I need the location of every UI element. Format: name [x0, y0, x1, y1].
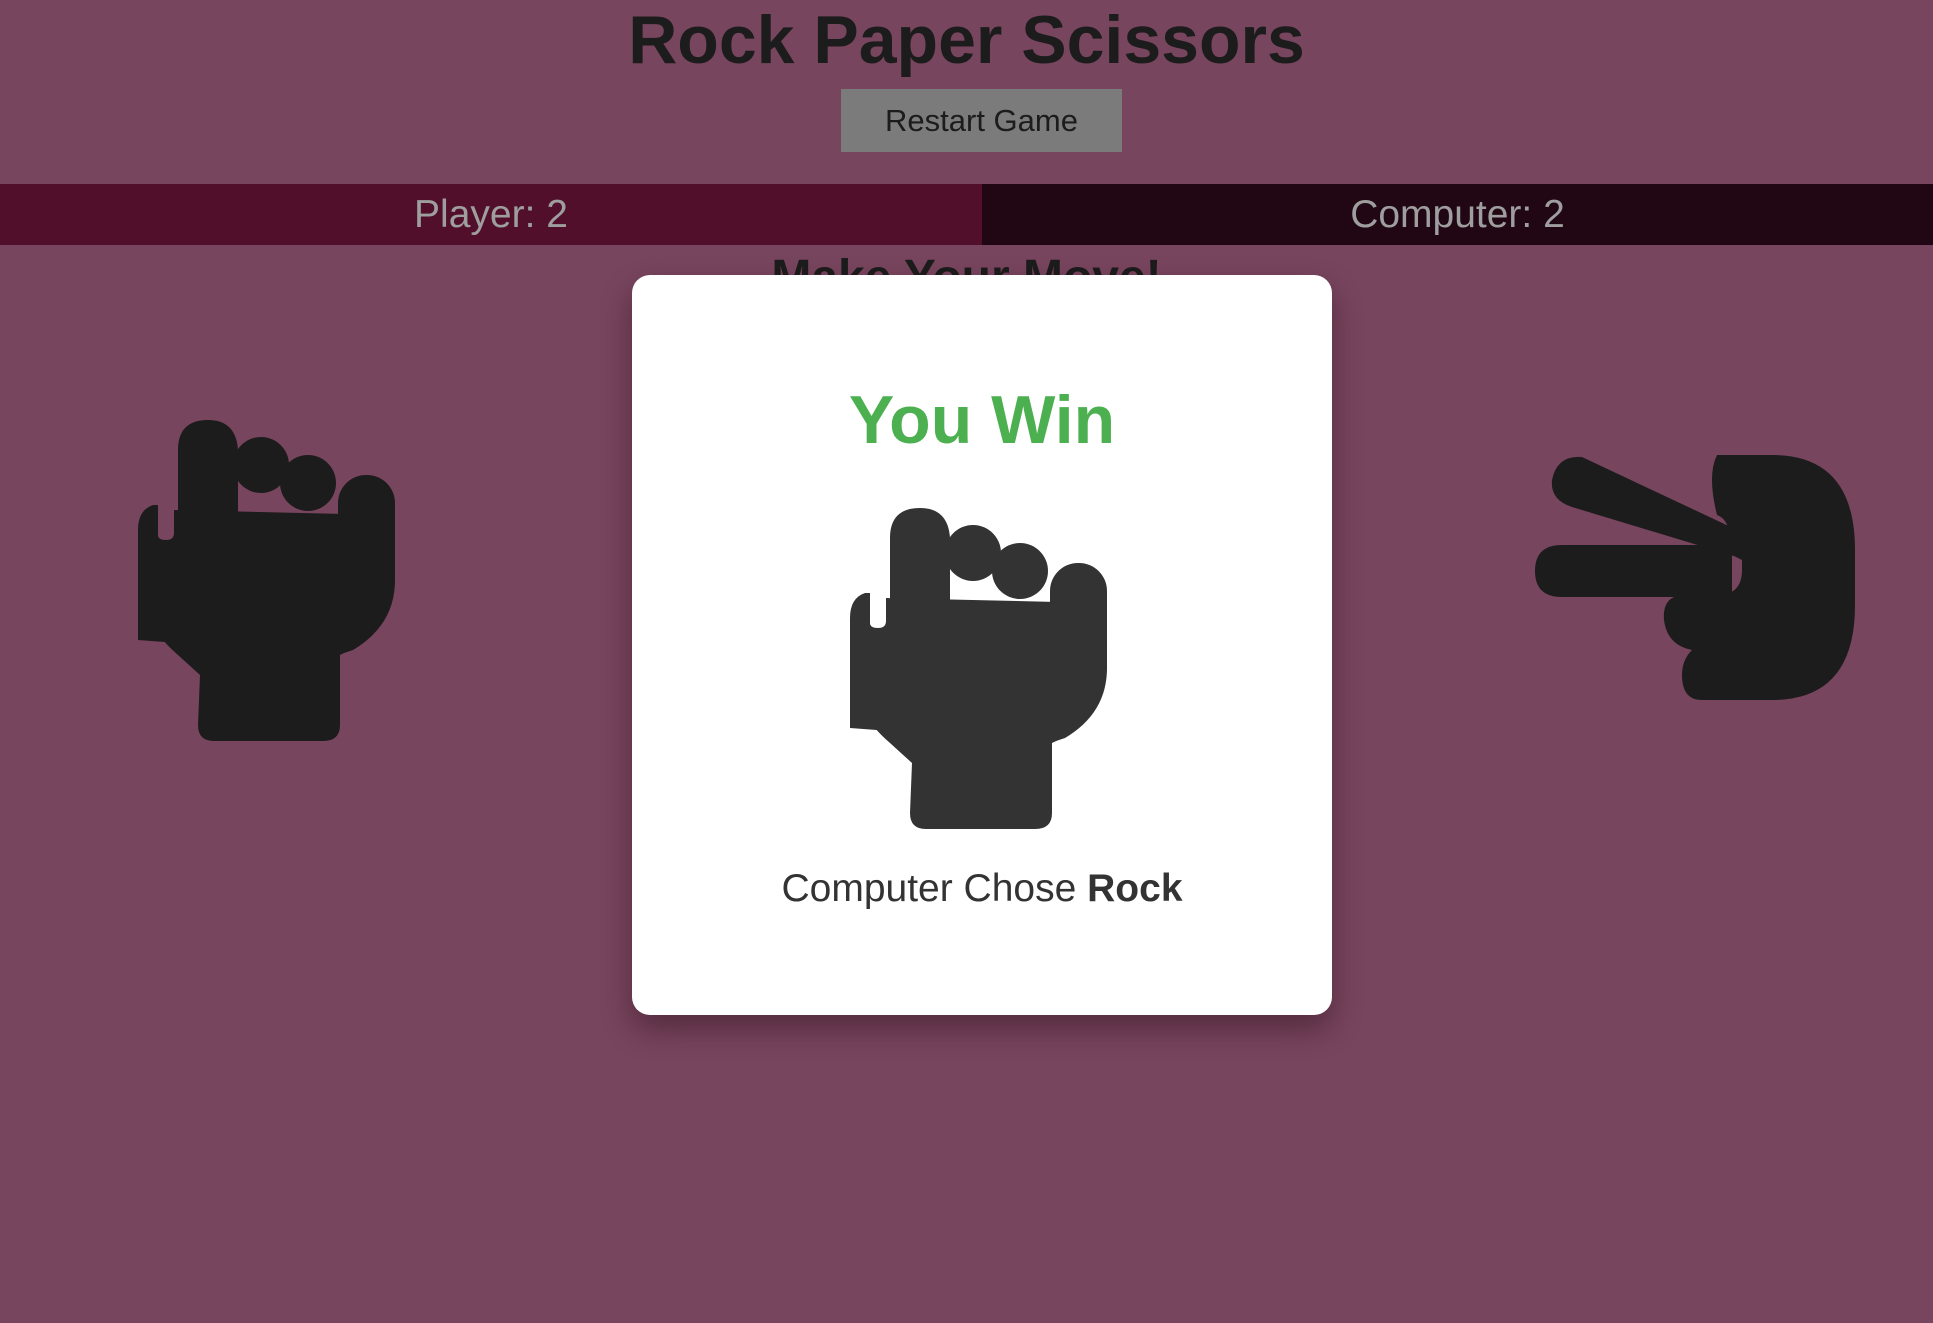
scissors-choice-button[interactable]	[1532, 455, 1855, 700]
player-score: Player: 2	[0, 184, 982, 245]
result-modal: You Win Computer Chose Rock	[632, 275, 1332, 1015]
hand-rock-icon	[850, 508, 1107, 829]
restart-game-button[interactable]: Restart Game	[841, 89, 1122, 152]
computer-choice-icon-wrap	[850, 503, 1107, 829]
hand-scissors-icon	[1535, 455, 1855, 700]
hand-rock-icon	[138, 420, 395, 741]
computer-choice-text: Computer Chose Rock	[632, 865, 1332, 913]
computer-choice-value: Rock	[1087, 867, 1183, 910]
page-title: Rock Paper Scissors	[628, 2, 1305, 78]
result-title: You Win	[848, 382, 1116, 458]
computer-score: Computer: 2	[982, 184, 1933, 245]
scoreboard: Player: 2 Computer: 2	[0, 184, 1933, 245]
rock-choice-button[interactable]	[138, 415, 395, 741]
computer-choice-prefix: Computer Chose	[781, 867, 1077, 910]
